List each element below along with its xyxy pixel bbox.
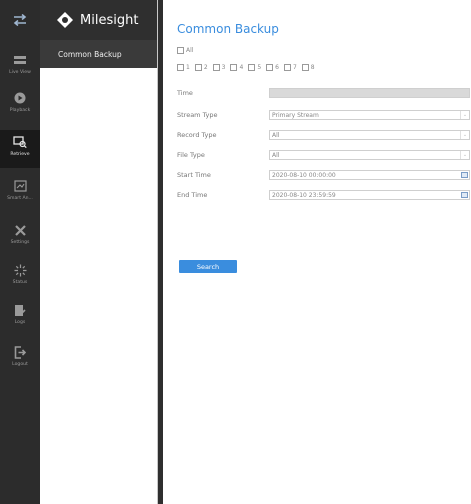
stream-type-row: Stream Type Primary Stream ⌄ [177, 110, 471, 120]
chevron-down-icon[interactable]: ⌄ [460, 131, 469, 139]
rail-item-status[interactable]: Status [0, 258, 40, 296]
checkbox-box[interactable] [212, 64, 220, 71]
stream-type-value: Primary Stream [272, 111, 319, 119]
milesight-logo-icon [57, 12, 73, 28]
nav-item-common-backup[interactable]: Common Backup [40, 40, 157, 68]
time-row: Time [177, 88, 471, 98]
channel-label: 8 [310, 64, 315, 71]
channel-label: 3 [221, 64, 226, 71]
rail-item-playback[interactable]: Playback [0, 86, 40, 124]
channel-checkbox-2[interactable]: 2 [194, 64, 208, 71]
start-time-value: 2020-08-10 00:00:00 [272, 171, 336, 179]
channel-label: 4 [239, 64, 244, 71]
playback-icon [12, 90, 28, 106]
start-time-label: Start Time [177, 171, 211, 179]
logs-icon [12, 302, 28, 318]
live-view-icon [12, 52, 28, 68]
rail-label: Status [12, 280, 28, 285]
time-bar[interactable] [269, 88, 470, 98]
secondary-nav: Milesight Common Backup [40, 0, 158, 504]
file-type-row: File Type All ⌄ [177, 150, 471, 160]
file-type-select[interactable]: All ⌄ [269, 150, 470, 160]
rail-item-logout[interactable]: Logout [0, 340, 40, 378]
checkbox-box[interactable] [248, 64, 256, 71]
channel-checkbox-5[interactable]: 5 [248, 64, 261, 71]
page-title: Common Backup [177, 22, 279, 36]
main-panel: Common Backup All 1 2 3 4 5 6 7 8 Time S… [163, 0, 471, 504]
checkbox-box[interactable] [283, 64, 291, 71]
chevron-down-icon[interactable]: ⌄ [460, 111, 469, 119]
checkbox-box[interactable] [266, 64, 274, 71]
all-channels-row: All [177, 47, 198, 54]
checkbox-box[interactable] [177, 47, 184, 54]
record-type-select[interactable]: All ⌄ [269, 130, 470, 140]
channel-checkbox-3[interactable]: 3 [212, 64, 226, 71]
rail-item-smart-analysis[interactable]: Smart An... [0, 174, 40, 212]
file-type-label: File Type [177, 151, 205, 159]
rail-label: Logs [14, 320, 26, 325]
end-time-input[interactable]: 2020-08-10 23:59:59 [269, 190, 470, 200]
rail-label: Playback [9, 108, 31, 113]
chevron-down-icon[interactable]: ⌄ [460, 151, 469, 159]
end-time-value: 2020-08-10 23:59:59 [272, 191, 336, 199]
channel-checkbox-4[interactable]: 4 [230, 64, 243, 71]
channel-label: 6 [275, 64, 279, 71]
menu-switch-button[interactable] [0, 0, 40, 40]
channel-label: 7 [292, 64, 297, 71]
rail-item-logs[interactable]: Logs [0, 298, 40, 336]
smart-analysis-icon [12, 178, 28, 194]
checkbox-box[interactable] [194, 64, 202, 71]
checkbox-box[interactable] [301, 64, 309, 71]
record-type-label: Record Type [177, 131, 217, 139]
rail-label: Retrieve [10, 152, 30, 157]
switch-arrows-icon [13, 14, 27, 26]
channel-label: 2 [203, 64, 208, 71]
end-time-row: End Time 2020-08-10 23:59:59 [177, 190, 471, 200]
brand-header: Milesight [40, 0, 157, 40]
rail-label: Smart An... [7, 196, 33, 201]
rail-label: Logout [12, 362, 28, 367]
calendar-icon[interactable] [461, 192, 468, 198]
checkbox-box[interactable] [230, 64, 238, 71]
rail-label: Live View [9, 70, 31, 75]
channel-checkbox-1[interactable]: 1 [177, 64, 190, 71]
rail-label: Settings [10, 240, 30, 245]
rail-item-retrieve[interactable]: Retrieve [0, 130, 40, 168]
all-label: All [186, 47, 194, 54]
start-time-input[interactable]: 2020-08-10 00:00:00 [269, 170, 470, 180]
search-button[interactable]: Search [179, 260, 237, 273]
settings-icon [12, 222, 28, 238]
start-time-row: Start Time 2020-08-10 00:00:00 [177, 170, 471, 180]
app-window: Live View Playback Retrieve Smart An... [0, 0, 471, 504]
channel-checkbox-8[interactable]: 8 [301, 64, 315, 71]
stream-type-label: Stream Type [177, 111, 218, 119]
channel-checkbox-7[interactable]: 7 [283, 64, 297, 71]
rail-item-settings[interactable]: Settings [0, 218, 40, 256]
channel-label: 1 [186, 64, 190, 71]
channel-checkbox-6[interactable]: 6 [266, 64, 279, 71]
status-icon [12, 262, 28, 278]
record-type-row: Record Type All ⌄ [177, 130, 471, 140]
logout-icon [12, 344, 28, 360]
record-type-value: All [272, 131, 280, 139]
channel-label: 5 [257, 64, 262, 71]
retrieve-icon [12, 134, 28, 150]
calendar-icon[interactable] [461, 172, 468, 178]
channel-checkboxes: 1 2 3 4 5 6 7 8 [177, 64, 320, 71]
rail-item-live-view[interactable]: Live View [0, 48, 40, 86]
end-time-label: End Time [177, 191, 208, 199]
file-type-value: All [272, 151, 280, 159]
time-label: Time [177, 89, 193, 97]
all-checkbox[interactable]: All [177, 47, 193, 54]
icon-rail: Live View Playback Retrieve Smart An... [0, 0, 40, 504]
checkbox-box[interactable] [177, 64, 184, 71]
brand-name: Milesight [80, 12, 139, 28]
stream-type-select[interactable]: Primary Stream ⌄ [269, 110, 470, 120]
